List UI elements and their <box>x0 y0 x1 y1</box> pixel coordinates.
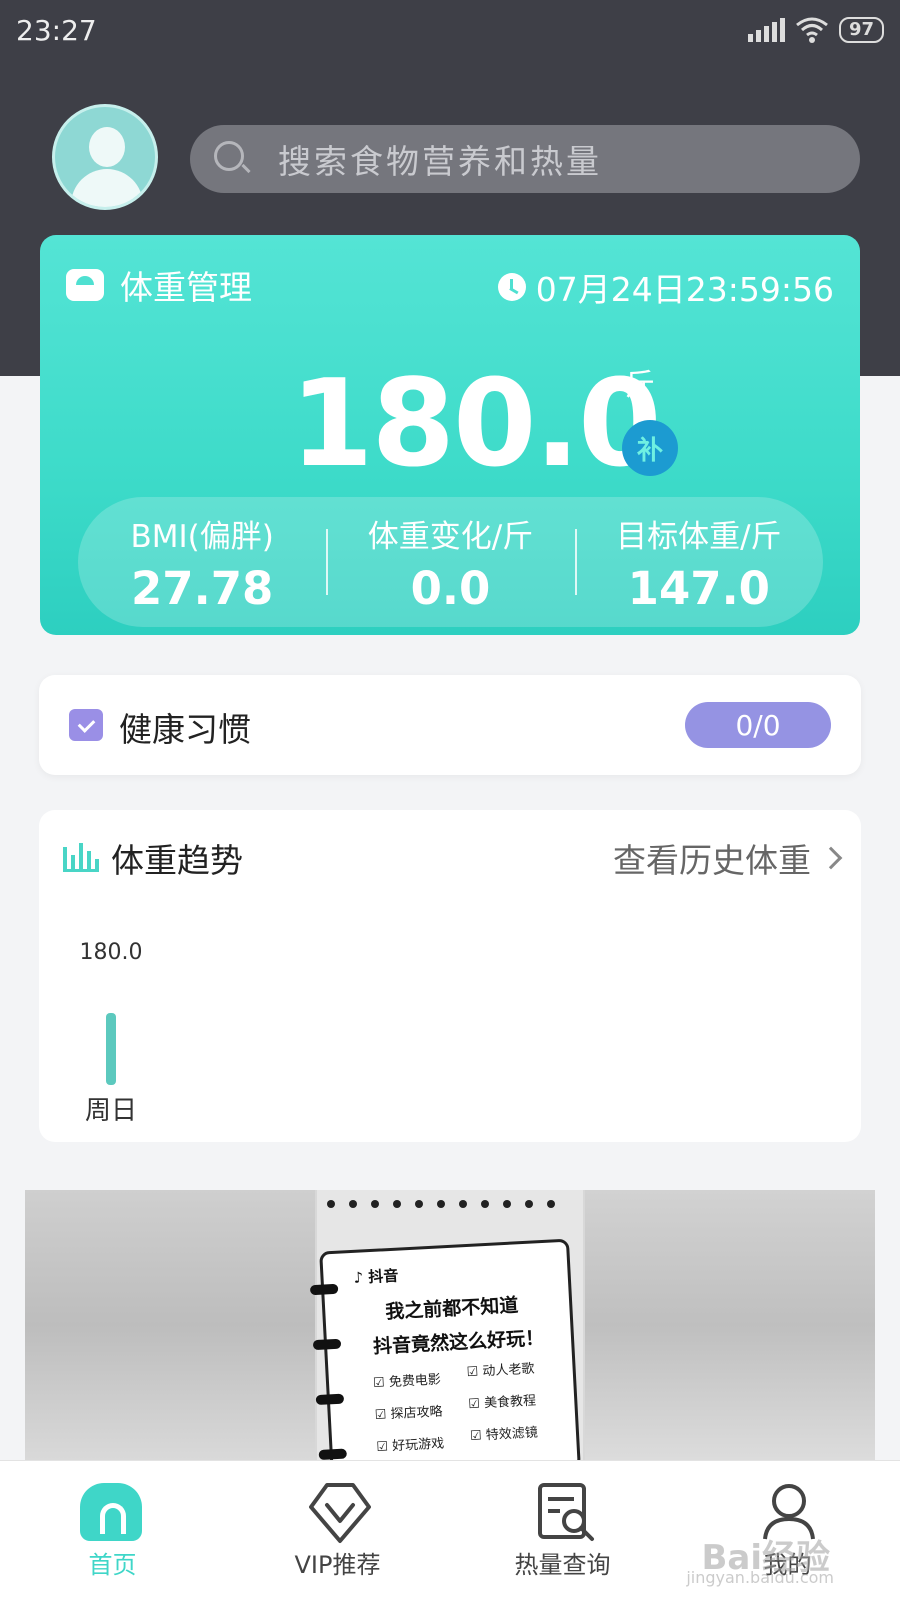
promo-banner[interactable]: ♪ 抖音 我之前都不知道 抖音竟然这么好玩！ ☑ 免费电影 ☑ 动人老歌 ☑ 探… <box>25 1190 875 1460</box>
ad-item: ☑ 动人老歌 <box>466 1361 535 1381</box>
tiktok-brand: ♪ 抖音 <box>353 1266 399 1287</box>
stat-weight-change: 体重变化/斤 0.0 <box>326 497 574 627</box>
home-icon <box>80 1483 142 1541</box>
search-icon <box>214 141 251 177</box>
stat-label: 目标体重/斤 <box>616 519 782 555</box>
record-time[interactable]: 07月24日23:59:56 <box>497 263 834 311</box>
view-history-label: 查看历史体重 <box>613 841 811 880</box>
status-time: 23:27 <box>16 14 97 47</box>
supplement-record-button[interactable]: 补 <box>622 420 678 476</box>
search-placeholder: 搜索食物营养和热量 <box>278 142 602 181</box>
ad-headline-1: 我之前都不知道 <box>384 1294 519 1324</box>
weight-unit: 斤 <box>625 368 655 403</box>
trend-bar <box>106 1013 116 1085</box>
wifi-icon <box>796 17 828 43</box>
nav-item-vip[interactable]: VIP推荐 <box>225 1461 450 1600</box>
stat-label: 体重变化/斤 <box>367 519 534 555</box>
trend-category-label: 周日 <box>85 1096 137 1126</box>
clock-icon <box>497 273 526 301</box>
trend-data-label: 180.0 <box>80 940 143 965</box>
search-bar[interactable]: 搜索食物营养和热量 <box>190 125 860 193</box>
record-datetime: 07月24日23:59:56 <box>535 270 834 309</box>
banner-ad-image: ♪ 抖音 我之前都不知道 抖音竟然这么好玩！ ☑ 免费电影 ☑ 动人老歌 ☑ 探… <box>309 1190 583 1460</box>
weight-trend-card: 体重趋势 查看历史体重 180.0 周日 <box>39 810 861 1142</box>
habit-title: 健康习惯 <box>119 710 251 749</box>
weight-trend-chart: 180.0 周日 <box>80 940 143 1126</box>
dots-decoration <box>327 1200 555 1208</box>
nav-label: 热量查询 <box>514 1551 611 1579</box>
avatar-head-shape <box>89 127 125 167</box>
stat-value: 27.78 <box>130 562 274 615</box>
signal-icon <box>747 18 785 42</box>
stat-target-weight[interactable]: 目标体重/斤 147.0 <box>574 497 823 627</box>
battery-indicator: 97 <box>838 17 884 43</box>
search-document-icon <box>538 1483 594 1541</box>
vip-icon <box>309 1483 371 1543</box>
current-weight: 180.0 <box>290 355 662 494</box>
weight-management-card[interactable]: 体重管理 07月24日23:59:56 180.0 斤 补 BMI(偏胖) 27… <box>40 235 860 635</box>
card-title-row: 体重管理 <box>66 261 252 309</box>
nav-label: 首页 <box>88 1551 137 1579</box>
weight-stats: BMI(偏胖) 27.78 体重变化/斤 0.0 目标体重/斤 147.0 <box>78 497 823 627</box>
scale-icon <box>66 269 104 301</box>
banner-blurred-left <box>25 1190 315 1460</box>
nav-label: VIP推荐 <box>294 1551 381 1579</box>
ad-item: ☑ 探店攻略 <box>374 1404 443 1424</box>
calendar-check-icon <box>69 709 103 741</box>
bar-chart-icon <box>63 840 99 872</box>
healthy-habits-card[interactable]: 健康习惯 0/0 <box>39 675 861 775</box>
stat-value: 0.0 <box>410 562 491 615</box>
nav-item-home[interactable]: 首页 <box>0 1461 225 1600</box>
ad-item: ☑ 免费电影 <box>372 1372 442 1392</box>
banner-blurred-right <box>585 1190 875 1460</box>
stat-value: 147.0 <box>627 562 770 615</box>
trend-title: 体重趋势 <box>111 841 243 880</box>
avatar[interactable] <box>52 104 158 210</box>
status-icons: 97 <box>747 16 884 44</box>
watermark-url: jingyan.baidu.com <box>686 1568 834 1587</box>
ad-item: ☑ 好玩游戏 <box>376 1436 445 1455</box>
ad-item: ☑ 美食教程 <box>467 1393 537 1413</box>
card-title: 体重管理 <box>120 268 252 307</box>
notebook-illustration: ♪ 抖音 我之前都不知道 抖音竟然这么好玩！ ☑ 免费电影 ☑ 动人老歌 ☑ 探… <box>309 1238 581 1460</box>
avatar-body-shape <box>71 169 143 207</box>
habit-progress-badge[interactable]: 0/0 <box>685 702 831 748</box>
chevron-right-icon <box>819 846 843 870</box>
stat-bmi: BMI(偏胖) 27.78 <box>78 497 326 627</box>
ad-headline-2: 抖音竟然这么好玩！ <box>372 1327 545 1358</box>
stat-label: BMI(偏胖) <box>130 519 274 555</box>
view-history-link[interactable]: 查看历史体重 <box>613 834 843 882</box>
ad-item: ☑ 特效滤镜 <box>469 1425 539 1445</box>
status-bar: 23:27 97 <box>0 0 900 64</box>
nav-item-calorie-query[interactable]: 热量查询 <box>450 1461 675 1600</box>
